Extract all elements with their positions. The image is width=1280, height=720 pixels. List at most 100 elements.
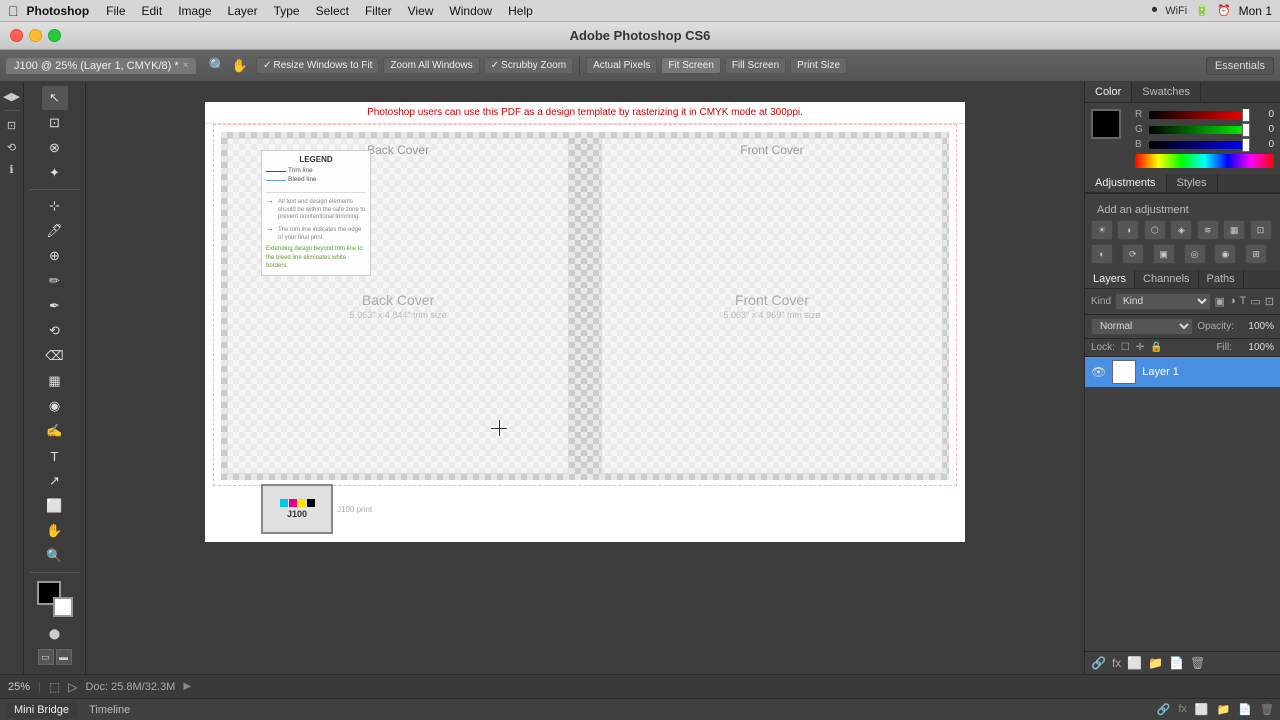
color-lookup-btn[interactable]: ◎: [1184, 244, 1206, 264]
paths-tab[interactable]: Paths: [1199, 270, 1244, 288]
color-balance-btn[interactable]: ⊡: [1250, 220, 1272, 240]
b-slider[interactable]: [1149, 141, 1250, 149]
background-color[interactable]: [53, 597, 73, 617]
delete-layer-btn[interactable]: 🗑: [1190, 656, 1205, 670]
hand-tool-icon[interactable]: ✋: [232, 58, 248, 74]
color-spectrum[interactable]: [1135, 154, 1274, 168]
healing-brush-tool[interactable]: ⊕: [42, 244, 68, 268]
fill-value[interactable]: 100%: [1238, 342, 1274, 353]
navigator-icon[interactable]: ▷: [68, 680, 77, 694]
color-preview-swatch[interactable]: [1091, 109, 1121, 139]
essentials-btn[interactable]: Essentials: [1206, 57, 1274, 75]
print-size-btn[interactable]: Print Size: [790, 57, 847, 74]
add-style-btn[interactable]: fx: [1112, 656, 1121, 670]
add-mask-btn[interactable]: ⬜: [1127, 656, 1142, 670]
lock-pixels-icon[interactable]: ☐: [1121, 342, 1130, 353]
shape-filter-icon[interactable]: ▭: [1250, 295, 1260, 308]
info-icon[interactable]: ℹ: [2, 159, 22, 179]
hue-sat-btn[interactable]: ▦: [1223, 220, 1245, 240]
menu-filter[interactable]: Filter: [358, 3, 399, 19]
eraser-tool[interactable]: ⌫: [42, 344, 68, 368]
levels-btn[interactable]: ◑: [1117, 220, 1139, 240]
layers-tab[interactable]: Layers: [1085, 270, 1135, 288]
expand-icon[interactable]: ◀▶: [2, 86, 22, 106]
menu-select[interactable]: Select: [309, 3, 356, 19]
dodge-tool[interactable]: ◉: [42, 394, 68, 418]
hand-tool[interactable]: ✋: [42, 519, 68, 543]
marquee-tool[interactable]: ⊡: [42, 111, 68, 135]
curves-btn[interactable]: ⬡: [1144, 220, 1166, 240]
path-selection-tool[interactable]: ↗: [42, 469, 68, 493]
status-arrow[interactable]: ▶: [183, 681, 191, 692]
shape-tool[interactable]: ⬜: [42, 494, 68, 518]
doc-tab-close[interactable]: ×: [183, 60, 189, 71]
maximize-button[interactable]: [48, 29, 61, 42]
close-button[interactable]: [10, 29, 23, 42]
fill-screen-btn[interactable]: Fill Screen: [725, 57, 786, 74]
color-settings-icon[interactable]: ⊡: [2, 115, 22, 135]
menu-layer[interactable]: Layer: [221, 3, 265, 19]
g-slider[interactable]: [1149, 126, 1250, 134]
quick-mask-btn[interactable]: ⬤: [43, 624, 67, 644]
menu-help[interactable]: Help: [501, 3, 540, 19]
zoom-tool-icon[interactable]: 🔍: [208, 57, 225, 74]
link-layers-btn[interactable]: 🔗: [1091, 656, 1106, 670]
vibrance-btn[interactable]: ≋: [1197, 220, 1219, 240]
crop-tool[interactable]: ⊹: [42, 194, 68, 218]
menu-image[interactable]: Image: [171, 3, 218, 19]
mini-bridge-tab[interactable]: Mini Bridge: [6, 702, 77, 718]
adjustments-tab[interactable]: Adjustments: [1085, 174, 1167, 192]
kind-select[interactable]: Kind: [1115, 293, 1211, 310]
screen-mode-normal[interactable]: ▭: [38, 649, 54, 665]
type-tool[interactable]: T: [42, 444, 68, 468]
channels-tab[interactable]: Channels: [1135, 270, 1198, 288]
gradient-tool[interactable]: ▦: [42, 369, 68, 393]
history-brush-tool[interactable]: ⟲: [42, 319, 68, 343]
thumbnail-j100[interactable]: J100: [261, 484, 333, 534]
lock-position-icon[interactable]: ✛: [1136, 342, 1144, 353]
actual-pixels-btn[interactable]: Actual Pixels: [586, 57, 657, 74]
timeline-tab[interactable]: Timeline: [81, 702, 138, 718]
swatches-tab[interactable]: Swatches: [1132, 82, 1201, 102]
menu-view[interactable]: View: [401, 3, 441, 19]
menu-window[interactable]: Window: [442, 3, 499, 19]
zoom-all-windows-btn[interactable]: Zoom All Windows: [383, 57, 479, 74]
menu-edit[interactable]: Edit: [135, 3, 170, 19]
apple-icon[interactable]: : [8, 3, 19, 19]
invert-btn[interactable]: ◉: [1214, 244, 1236, 264]
photo-filter-btn[interactable]: ⟳: [1122, 244, 1144, 264]
layer-1-item[interactable]: 👁 Layer 1: [1085, 357, 1280, 387]
pixel-filter-icon[interactable]: ▣: [1215, 295, 1225, 308]
type-filter-icon[interactable]: T: [1240, 295, 1247, 308]
bottom-link-icon[interactable]: 🔗: [1157, 703, 1171, 716]
magic-wand-tool[interactable]: ✦: [42, 161, 68, 185]
doc-tab[interactable]: J100 @ 25% (Layer 1, CMYK/8) * ×: [6, 58, 196, 74]
menu-type[interactable]: Type: [267, 3, 307, 19]
bottom-folder-icon[interactable]: 📁: [1217, 703, 1231, 716]
bottom-delete-icon[interactable]: 🗑: [1260, 703, 1274, 716]
app-name[interactable]: Photoshop: [27, 4, 90, 18]
menu-file[interactable]: File: [99, 3, 132, 19]
styles-tab[interactable]: Styles: [1167, 174, 1218, 192]
brightness-contrast-btn[interactable]: ☀: [1091, 220, 1113, 240]
bw-btn[interactable]: ◐: [1091, 244, 1113, 264]
history-icon[interactable]: ⟲: [2, 137, 22, 157]
channel-mixer-btn[interactable]: ▣: [1153, 244, 1175, 264]
scrubby-zoom-btn[interactable]: Scrubby Zoom: [484, 57, 573, 74]
move-tool[interactable]: ↖: [42, 86, 68, 110]
adjust-filter-icon[interactable]: ◑: [1229, 295, 1236, 308]
zoom-tool[interactable]: 🔍: [42, 544, 68, 568]
clone-stamp-tool[interactable]: ✒: [42, 294, 68, 318]
screen-mode-full[interactable]: ▬: [56, 649, 72, 665]
bottom-mask-icon[interactable]: ⬜: [1195, 703, 1209, 716]
create-group-btn[interactable]: 📁: [1148, 656, 1163, 670]
minimize-button[interactable]: [29, 29, 42, 42]
smart-filter-icon[interactable]: ⊡: [1265, 295, 1274, 308]
bottom-fx-icon[interactable]: fx: [1178, 703, 1187, 716]
eyedropper-tool[interactable]: 🖊: [42, 219, 68, 243]
blend-mode-select[interactable]: Normal: [1091, 318, 1193, 335]
canvas-area[interactable]: Photoshop users can use this PDF as a de…: [86, 82, 1084, 674]
pen-tool[interactable]: ✍: [42, 419, 68, 443]
resize-windows-btn[interactable]: Resize Windows to Fit: [256, 57, 379, 74]
create-layer-btn[interactable]: 📄: [1169, 656, 1184, 670]
